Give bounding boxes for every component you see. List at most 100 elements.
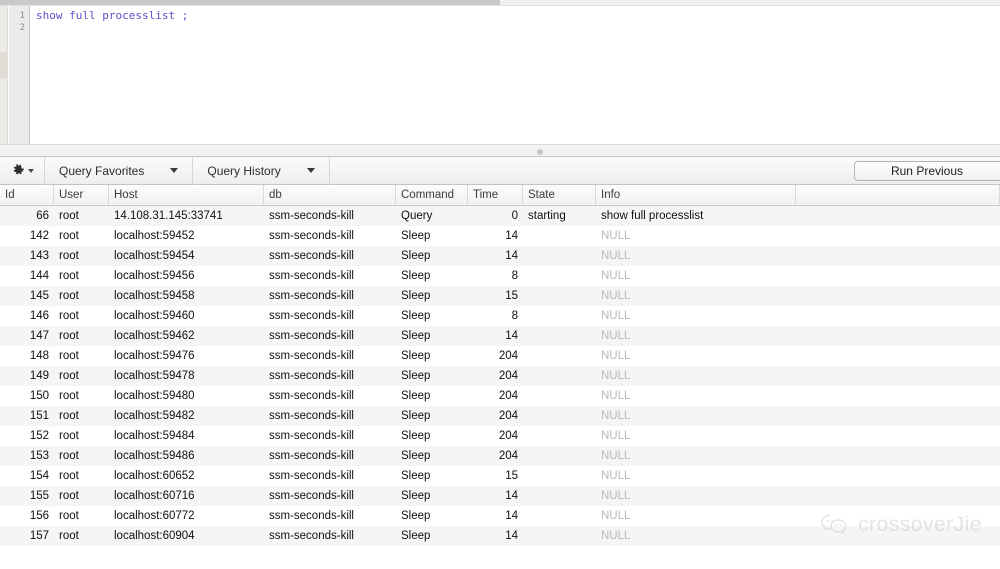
column-header-command[interactable]: Command bbox=[396, 184, 468, 206]
cell-info: NULL bbox=[601, 430, 631, 442]
cell-host: localhost:59462 bbox=[114, 330, 195, 342]
cell-filler bbox=[796, 246, 1000, 266]
table-row[interactable]: 149 root localhost:59478 ssm-seconds-kill Sl… bbox=[0, 366, 1000, 386]
column-header-user[interactable]: User bbox=[54, 184, 109, 206]
processlist-results-grid: Id User Host db Command Time State Info … bbox=[0, 184, 1000, 569]
results-toolbar: Query Favorites Query History Run Previo… bbox=[0, 156, 1000, 185]
table-row[interactable]: 152 root localhost:59484 ssm-seconds-kill Sl… bbox=[0, 426, 1000, 446]
cell-time: 204 bbox=[498, 350, 518, 362]
cell-host: localhost:59486 bbox=[114, 450, 195, 462]
cell-state bbox=[523, 246, 596, 266]
cell-id: 152 bbox=[29, 430, 49, 442]
cell-id: 157 bbox=[29, 530, 49, 542]
cell-filler bbox=[796, 426, 1000, 446]
cell-id: 145 bbox=[29, 290, 49, 302]
editor-strip-nub bbox=[0, 52, 8, 78]
cell-command: Sleep bbox=[401, 290, 431, 302]
table-row[interactable]: 146 root localhost:59460 ssm-seconds-kill Sl… bbox=[0, 306, 1000, 326]
cell-time: 204 bbox=[498, 410, 518, 422]
cell-state bbox=[523, 366, 596, 386]
cell-filler bbox=[796, 386, 1000, 406]
table-row[interactable]: 150 root localhost:59480 ssm-seconds-kill Sl… bbox=[0, 386, 1000, 406]
cell-user: root bbox=[59, 310, 79, 322]
column-header-time[interactable]: Time bbox=[468, 184, 523, 206]
cell-db: ssm-seconds-kill bbox=[269, 210, 354, 222]
table-row[interactable]: 147 root localhost:59462 ssm-seconds-kill Sl… bbox=[0, 326, 1000, 346]
cell-command: Sleep bbox=[401, 270, 431, 282]
cell-filler bbox=[796, 306, 1000, 326]
table-row[interactable]: 66 root 14.108.31.145:33741 ssm-seconds-kil… bbox=[0, 206, 1000, 226]
column-header-db[interactable]: db bbox=[264, 184, 396, 206]
cell-info: NULL bbox=[601, 450, 631, 462]
cell-state bbox=[523, 346, 596, 366]
table-row[interactable]: 148 root localhost:59476 ssm-seconds-kill Sl… bbox=[0, 346, 1000, 366]
cell-user: root bbox=[59, 250, 79, 262]
run-previous-button[interactable]: Run Previous bbox=[854, 161, 1000, 181]
cell-info: NULL bbox=[601, 510, 631, 522]
cell-state bbox=[523, 526, 596, 546]
column-header-info[interactable]: Info bbox=[596, 184, 796, 206]
cell-state bbox=[523, 406, 596, 426]
cell-state bbox=[523, 446, 596, 466]
cell-command: Sleep bbox=[401, 250, 431, 262]
cell-state bbox=[523, 306, 596, 326]
cell-time: 204 bbox=[498, 390, 518, 402]
cell-time: 204 bbox=[498, 370, 518, 382]
cell-state bbox=[523, 486, 596, 506]
cell-id: 146 bbox=[29, 310, 49, 322]
gear-icon bbox=[13, 163, 24, 174]
cell-db: ssm-seconds-kill bbox=[269, 470, 354, 482]
sql-keyword-text: show full processlist bbox=[36, 9, 176, 22]
column-header-id[interactable]: Id bbox=[0, 184, 54, 206]
wechat-icon bbox=[821, 514, 847, 535]
cell-info: show full processlist bbox=[601, 210, 704, 222]
cell-host: localhost:60652 bbox=[114, 470, 195, 482]
cell-id: 66 bbox=[36, 210, 49, 222]
cell-db: ssm-seconds-kill bbox=[269, 450, 354, 462]
toolbar-spacer: Run Previous bbox=[330, 157, 1000, 185]
cell-user: root bbox=[59, 330, 79, 342]
cell-command: Sleep bbox=[401, 310, 431, 322]
cell-user: root bbox=[59, 370, 79, 382]
cell-host: localhost:60716 bbox=[114, 490, 195, 502]
column-header-host[interactable]: Host bbox=[109, 184, 264, 206]
cell-state bbox=[523, 466, 596, 486]
cell-db: ssm-seconds-kill bbox=[269, 330, 354, 342]
pane-splitter[interactable] bbox=[0, 144, 1000, 157]
cell-host: localhost:59458 bbox=[114, 290, 195, 302]
chevron-down-icon bbox=[170, 168, 179, 173]
cell-command: Sleep bbox=[401, 510, 431, 522]
cell-host: 14.108.31.145:33741 bbox=[114, 210, 223, 222]
cell-command: Query bbox=[401, 210, 433, 222]
cell-id: 147 bbox=[29, 330, 49, 342]
cell-id: 153 bbox=[29, 450, 49, 462]
table-row[interactable]: 155 root localhost:60716 ssm-seconds-kill Sl… bbox=[0, 486, 1000, 506]
cell-info: NULL bbox=[601, 350, 631, 362]
settings-gear-button[interactable] bbox=[0, 156, 45, 185]
cell-id: 148 bbox=[29, 350, 49, 362]
table-row[interactable]: 154 root localhost:60652 ssm-seconds-kill Sl… bbox=[0, 466, 1000, 486]
table-row[interactable]: 145 root localhost:59458 ssm-seconds-kill Sl… bbox=[0, 286, 1000, 306]
table-row[interactable]: 151 root localhost:59482 ssm-seconds-kill Sl… bbox=[0, 406, 1000, 426]
query-favorites-menu[interactable]: Query Favorites bbox=[45, 156, 194, 185]
cell-id: 150 bbox=[29, 390, 49, 402]
cell-command: Sleep bbox=[401, 350, 431, 362]
splitter-grip[interactable] bbox=[537, 149, 543, 155]
column-header-state[interactable]: State bbox=[523, 184, 596, 206]
cell-command: Sleep bbox=[401, 530, 431, 542]
cell-time: 8 bbox=[511, 270, 518, 282]
cell-time: 15 bbox=[505, 470, 518, 482]
scrollbar-thumb[interactable] bbox=[0, 0, 500, 5]
query-history-menu[interactable]: Query History bbox=[193, 156, 330, 185]
query-history-label: Query History bbox=[207, 163, 281, 178]
column-header-filler bbox=[796, 184, 1000, 206]
table-row[interactable]: 153 root localhost:59486 ssm-seconds-kill Sl… bbox=[0, 446, 1000, 466]
table-row[interactable]: 142 root localhost:59452 ssm-seconds-kill Sl… bbox=[0, 226, 1000, 246]
cell-db: ssm-seconds-kill bbox=[269, 290, 354, 302]
cell-id: 155 bbox=[29, 490, 49, 502]
sql-code-input[interactable]: show full processlist ; bbox=[31, 6, 1000, 144]
cell-time: 8 bbox=[511, 310, 518, 322]
table-row[interactable]: 144 root localhost:59456 ssm-seconds-kill Sl… bbox=[0, 266, 1000, 286]
table-row[interactable]: 143 root localhost:59454 ssm-seconds-kill Sl… bbox=[0, 246, 1000, 266]
cell-time: 14 bbox=[505, 230, 518, 242]
